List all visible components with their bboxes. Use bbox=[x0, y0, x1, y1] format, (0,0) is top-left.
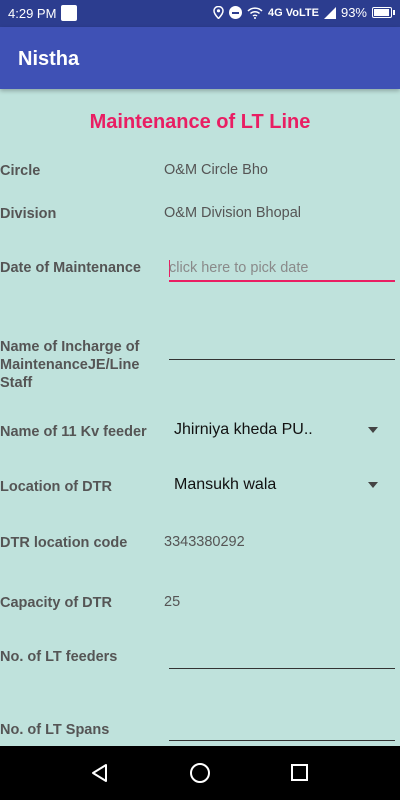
dtr-location-label: Location of DTR bbox=[0, 479, 112, 495]
dtr-location-selected-value: Mansukh wala bbox=[174, 476, 277, 493]
division-label: Division bbox=[0, 206, 57, 222]
dropdown-arrow-icon bbox=[368, 427, 378, 433]
incharge-label: Name of Incharge of MaintenanceJE/Line S… bbox=[0, 339, 140, 391]
notification-icon bbox=[61, 5, 77, 21]
app-title: Nistha bbox=[18, 48, 80, 70]
signal-icon bbox=[323, 6, 336, 19]
dtr-code-value: 3343380292 bbox=[164, 534, 245, 550]
lt-spans-field[interactable] bbox=[169, 717, 395, 741]
capacity-label: Capacity of DTR bbox=[0, 595, 112, 611]
capacity-value: 25 bbox=[164, 594, 181, 610]
division-value: O&M Division Bhopal bbox=[164, 205, 301, 221]
recents-icon[interactable] bbox=[291, 764, 308, 781]
app-bar: Nistha bbox=[0, 27, 400, 89]
back-icon[interactable] bbox=[90, 763, 110, 783]
wifi-icon bbox=[247, 6, 263, 19]
dnd-icon bbox=[229, 6, 243, 19]
home-icon[interactable] bbox=[190, 763, 210, 783]
feeder-label: Name of 11 Kv feeder bbox=[0, 424, 147, 440]
circle-label: Circle bbox=[0, 163, 41, 179]
circle-value: O&M Circle Bho bbox=[164, 162, 268, 178]
battery-icon bbox=[372, 7, 395, 18]
dtr-location-dropdown[interactable]: Mansukh wala bbox=[169, 470, 384, 500]
lt-spans-label: No. of LT Spans bbox=[0, 722, 110, 738]
date-placeholder: click here to pick date bbox=[169, 260, 309, 276]
lt-feeders-label: No. of LT feeders bbox=[0, 649, 118, 665]
feeder-dropdown[interactable]: Jhirniya kheda PU.. bbox=[169, 415, 384, 445]
date-picker-field[interactable]: click here to pick date bbox=[169, 258, 395, 282]
feeder-selected-value: Jhirniya kheda PU.. bbox=[174, 421, 313, 438]
battery-percent: 93% bbox=[340, 5, 367, 20]
date-label: Date of Maintenance bbox=[0, 260, 141, 276]
dtr-code-label: DTR location code bbox=[0, 535, 128, 551]
navigation-bar bbox=[0, 746, 400, 800]
incharge-field[interactable] bbox=[169, 336, 395, 360]
network-label: 4G VoLTE bbox=[268, 6, 319, 19]
form-title: Maintenance of LT Line bbox=[89, 111, 311, 133]
status-bar: 4:29 PM 4G VoLTE 93% bbox=[0, 0, 400, 27]
status-time: 4:29 PM bbox=[8, 6, 57, 21]
status-icons: 4G VoLTE 93% bbox=[213, 5, 395, 20]
lt-feeders-field[interactable] bbox=[169, 645, 395, 669]
battery-fill bbox=[374, 9, 389, 16]
location-icon bbox=[213, 6, 224, 19]
dropdown-arrow-icon bbox=[368, 482, 378, 488]
